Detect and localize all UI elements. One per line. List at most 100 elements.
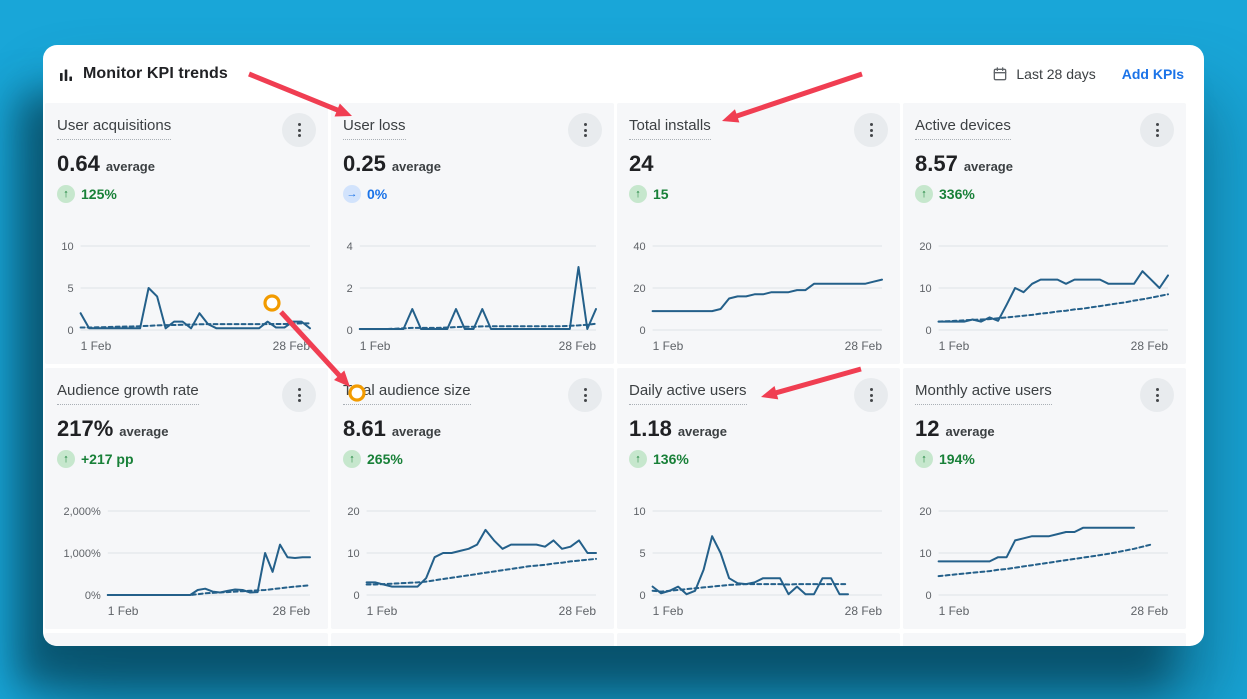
kpi-title[interactable]: Audience growth rate [57,382,199,405]
page-title: Monitor KPI trends [83,65,228,83]
kpi-card-active-devices: Active devices 8.57 average ↑ 336% 20 10 0… [903,103,1186,364]
bar-chart-icon [59,67,74,82]
svg-text:1 Feb: 1 Feb [81,339,112,353]
date-range-selector[interactable]: Last 28 days [992,66,1095,82]
svg-text:0: 0 [639,325,645,337]
svg-text:1 Feb: 1 Feb [108,604,139,618]
svg-text:28 Feb: 28 Feb [1131,604,1169,618]
kpi-card-user-acquisitions: User acquisitions 0.64 average ↑ 125% 10… [45,103,328,364]
kpi-value: 0.64 [57,151,100,177]
kpi-line-chart: 402001 Feb28 Feb [629,238,888,358]
kpi-line-chart: 10501 Feb28 Feb [629,503,888,623]
date-range-label: Last 28 days [1016,66,1095,82]
kpi-card-audience-growth-rate: Audience growth rate 217% average ↑ +217… [45,368,328,629]
svg-text:5: 5 [67,283,73,295]
kpi-value: 1.18 [629,416,672,442]
kpi-value-suffix: average [392,159,441,174]
kebab-menu-icon[interactable] [854,113,888,147]
kebab-menu-icon[interactable] [1140,113,1174,147]
svg-text:1,000%: 1,000% [63,548,101,560]
svg-text:40: 40 [633,241,645,253]
kpi-title[interactable]: User loss [343,117,406,140]
kpi-line-chart: 10501 Feb28 Feb [57,238,316,358]
svg-text:0: 0 [639,590,645,602]
svg-text:20: 20 [919,506,931,518]
trend-label: 136% [653,451,689,467]
trend-arrow-icon: ↑ [343,450,361,468]
svg-text:10: 10 [61,241,73,253]
kpi-line-chart: 2,000%1,000%0%1 Feb28 Feb [57,503,316,623]
trend-label: 15 [653,186,669,202]
kebab-menu-icon[interactable] [282,113,316,147]
svg-text:10: 10 [633,506,645,518]
trend-label: 336% [939,186,975,202]
trend-arrow-icon: ↑ [57,185,75,203]
kpi-value-suffix: average [392,424,441,439]
trend-arrow-icon: ↑ [629,185,647,203]
svg-text:10: 10 [919,283,931,295]
kpi-value: 8.57 [915,151,958,177]
kpi-title[interactable]: Monthly active users [915,382,1052,405]
trend-arrow-icon: ↑ [915,185,933,203]
svg-text:1 Feb: 1 Feb [939,604,970,618]
kpi-card-monthly-active-users: Monthly active users 12 average ↑ 194% 2… [903,368,1186,629]
kpi-title[interactable]: Daily active users [629,382,747,405]
kpi-card-user-loss: User loss 0.25 average → 0% 4201 Feb28 F… [331,103,614,364]
kpi-title[interactable]: Active devices [915,117,1011,140]
add-kpis-button[interactable]: Add KPIs [1122,66,1184,82]
panel-header: Monitor KPI trends Last 28 days Add KPIs [43,45,1204,103]
kpi-value-suffix: average [678,424,727,439]
svg-text:1 Feb: 1 Feb [360,339,391,353]
trend-label: 0% [367,186,387,202]
kpi-value-suffix: average [119,424,168,439]
kpi-card-total-installs: Total installs 24 ↑ 15 402001 Feb28 Feb [617,103,900,364]
trend-arrow-icon: ↑ [915,450,933,468]
svg-text:1 Feb: 1 Feb [939,339,970,353]
kpi-value: 0.25 [343,151,386,177]
trend-badge: ↑ +217 pp [57,450,316,468]
kpi-title[interactable]: User acquisitions [57,117,171,140]
trend-badge: ↑ 136% [629,450,888,468]
trend-arrow-icon: → [343,185,361,203]
kpi-value-suffix: average [964,159,1013,174]
trend-badge: ↑ 15 [629,185,888,203]
kpi-value: 12 [915,416,939,442]
svg-text:0: 0 [925,325,931,337]
svg-text:0%: 0% [85,590,101,602]
svg-text:0: 0 [353,590,359,602]
kebab-menu-icon[interactable] [568,378,602,412]
svg-text:20: 20 [919,241,931,253]
svg-text:0: 0 [67,325,73,337]
kpi-line-chart: 20 10 0 1 Feb 28 Feb [915,503,1174,623]
svg-text:2: 2 [347,283,353,295]
kpi-value-suffix: average [945,424,994,439]
kpi-value: 24 [629,151,653,177]
kpi-line-chart: 201001 Feb28 Feb [915,238,1174,358]
trend-badge: ↑ 336% [915,185,1174,203]
kpi-value: 8.61 [343,416,386,442]
svg-text:1 Feb: 1 Feb [653,604,684,618]
svg-text:28 Feb: 28 Feb [273,604,311,618]
trend-arrow-icon: ↑ [57,450,75,468]
calendar-icon [992,66,1008,82]
svg-text:1 Feb: 1 Feb [367,604,398,618]
trend-label: +217 pp [81,451,134,467]
kpi-title[interactable]: Total audience size [343,382,471,405]
clipped-card-row [617,633,900,646]
trend-badge: ↑ 265% [343,450,602,468]
svg-text:10: 10 [919,548,931,560]
kebab-menu-icon[interactable] [568,113,602,147]
trend-badge: ↑ 125% [57,185,316,203]
kpi-title[interactable]: Total installs [629,117,711,140]
svg-text:20: 20 [633,283,645,295]
clipped-card-row [331,633,614,646]
svg-text:20: 20 [347,506,359,518]
kebab-menu-icon[interactable] [854,378,888,412]
svg-text:0: 0 [925,590,931,602]
trend-badge: ↑ 194% [915,450,1174,468]
trend-label: 265% [367,451,403,467]
kebab-menu-icon[interactable] [282,378,316,412]
kebab-menu-icon[interactable] [1140,378,1174,412]
svg-text:28 Feb: 28 Feb [845,604,883,618]
svg-text:28 Feb: 28 Feb [559,604,597,618]
